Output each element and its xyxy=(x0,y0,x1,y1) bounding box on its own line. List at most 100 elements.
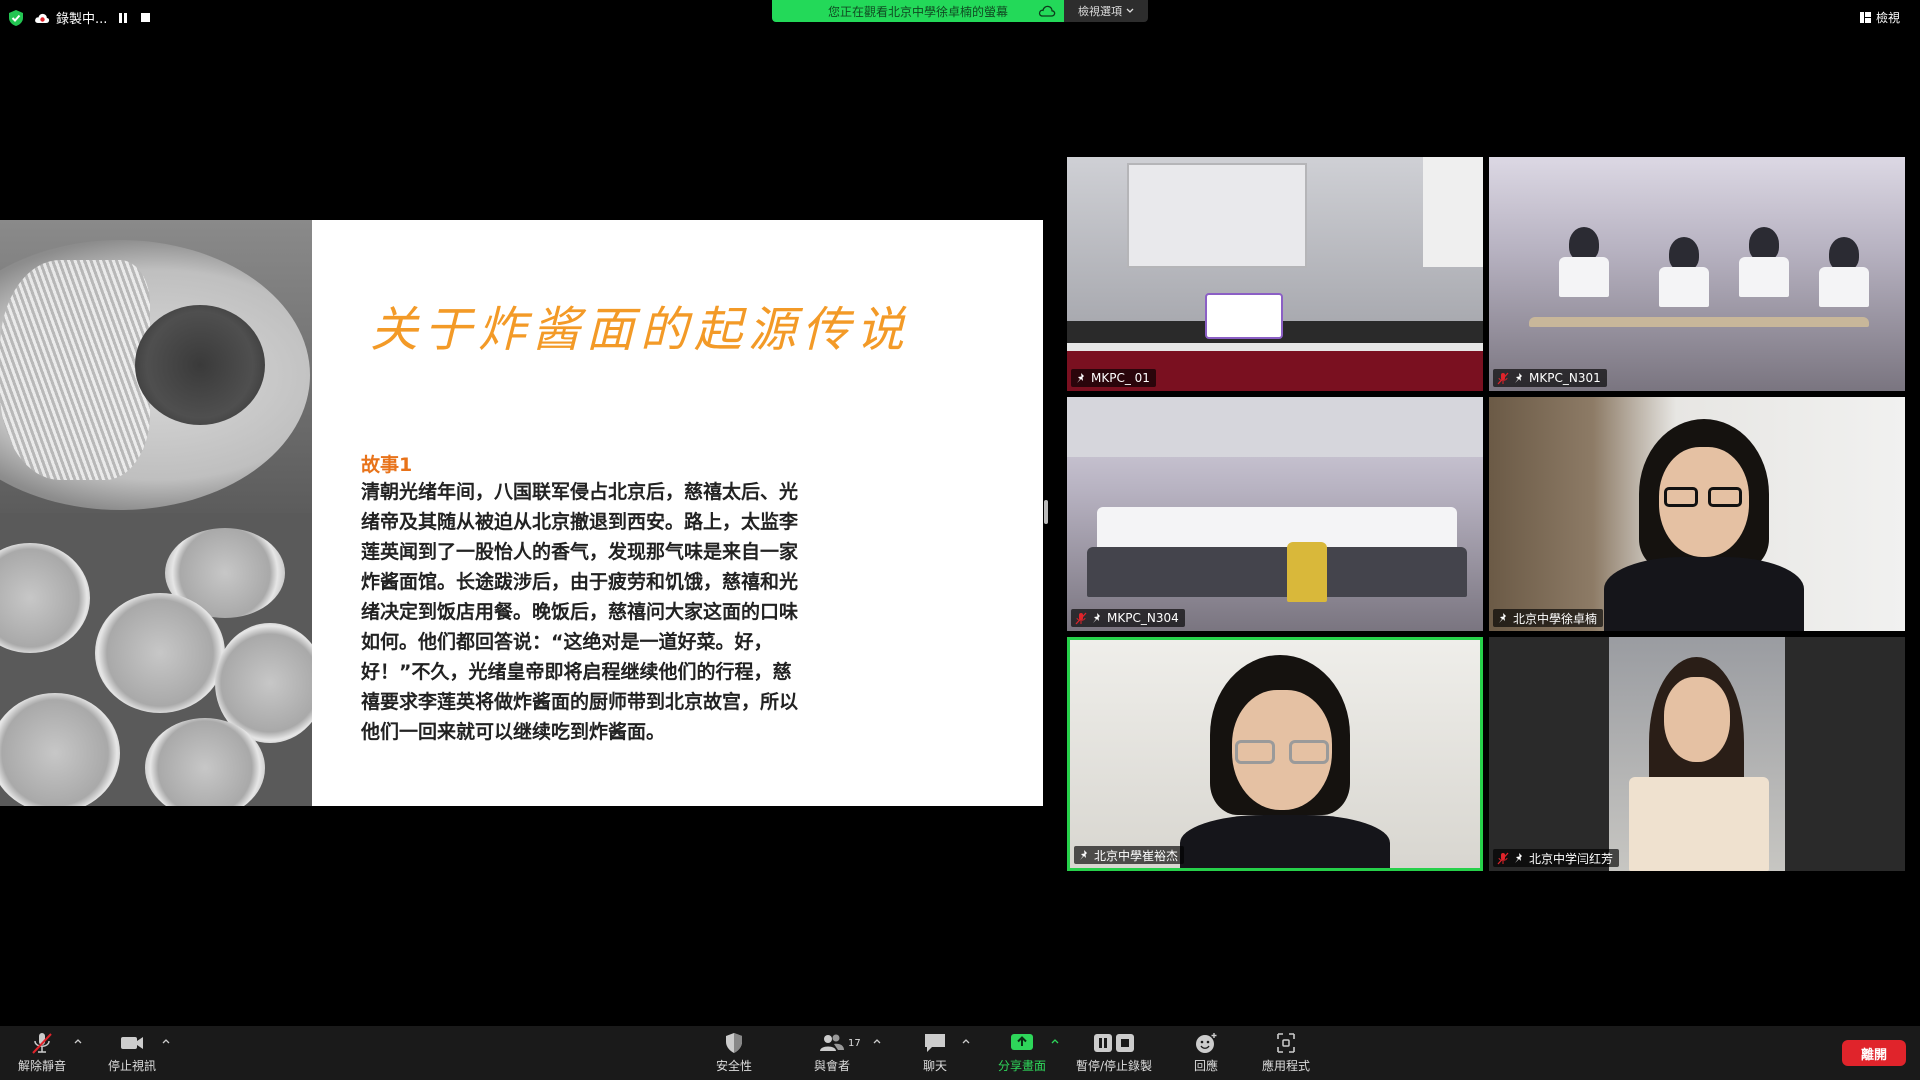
story-line: 绪帝及其随从被迫从北京撤退到西安。路上，太监李 xyxy=(361,511,799,533)
meeting-toolbar: 解除靜音 停止視訊 安全性 17 與會者 聊天 分享畫面 暫停/停止錄製 回應 … xyxy=(0,1026,1920,1080)
video-tile[interactable]: MKPC_N304 xyxy=(1067,397,1483,631)
video-feed xyxy=(1489,157,1905,391)
pin-icon xyxy=(1515,372,1522,383)
bowl xyxy=(0,543,90,653)
split-view-handle[interactable] xyxy=(1044,500,1048,524)
blouse xyxy=(1629,777,1769,871)
pause-stop-recording-label: 暫停/停止錄製 xyxy=(1076,1059,1153,1073)
ceiling xyxy=(1067,397,1483,457)
leave-button[interactable]: 離開 xyxy=(1842,1040,1906,1066)
student xyxy=(1559,257,1609,297)
audio-options-chevron-icon[interactable] xyxy=(74,1038,82,1044)
viewing-banner-label: 您正在觀看北京中學徐卓楠的螢幕 xyxy=(827,4,1008,19)
share-screen-button[interactable]: 分享畫面 xyxy=(998,1032,1046,1074)
bowl xyxy=(0,693,120,806)
video-feed xyxy=(1070,640,1480,868)
blazer xyxy=(1180,815,1390,868)
pin-icon xyxy=(1515,852,1522,863)
pause-stop-recording-button[interactable]: 暫停/停止錄製 xyxy=(1076,1032,1152,1074)
video-tile[interactable]: MKPC_N301 xyxy=(1489,157,1905,391)
video-camera-icon xyxy=(121,1037,143,1049)
share-screen-label: 分享畫面 xyxy=(998,1059,1047,1073)
story-line: 绪决定到饭店用餐。晚饭后，慈禧问大家这面的口味 xyxy=(361,601,799,623)
security-button[interactable]: 安全性 xyxy=(716,1032,752,1074)
story-line: 禧要求李莲英将做炸酱面的厨师带到北京故宫，所以 xyxy=(361,691,799,713)
share-screen-icon xyxy=(1011,1034,1033,1050)
participant-name: 北京中学闫红芳 xyxy=(1529,851,1614,866)
video-feed xyxy=(1489,637,1905,871)
video-options-chevron-icon[interactable] xyxy=(162,1038,170,1044)
student xyxy=(1829,237,1859,271)
table-top xyxy=(1067,343,1483,351)
slide-title: 关于炸酱面的起源传说 xyxy=(370,302,911,358)
logo-wall xyxy=(1423,157,1483,267)
viewing-banner: 您正在觀看北京中學徐卓楠的螢幕 檢視選項 xyxy=(772,0,1148,22)
story-line: 清朝光绪年间，八国联军侵占北京后，慈禧太后、光 xyxy=(361,481,799,503)
reactions-label: 回應 xyxy=(1193,1059,1218,1073)
chevron-down-icon xyxy=(1126,8,1134,13)
story-line: 他们一回来就可以继续吃到炸酱面。 xyxy=(361,721,666,743)
view-button[interactable]: 檢視 xyxy=(1859,9,1900,26)
story-line: 好！”不久，光绪皇帝即将启程继续他们的行程，慈 xyxy=(361,661,792,683)
participants-label: 與會者 xyxy=(814,1059,851,1073)
view-label: 檢視 xyxy=(1875,11,1900,25)
participant-name-tag: 北京中學崔裕杰 xyxy=(1074,846,1185,864)
projector-screen xyxy=(1127,163,1307,268)
video-tile[interactable]: 北京中学闫红芳 xyxy=(1489,637,1905,871)
glasses xyxy=(1708,487,1742,507)
stop-video-label: 停止視訊 xyxy=(108,1059,157,1073)
glasses xyxy=(1664,487,1698,507)
video-feed xyxy=(1067,397,1483,631)
glasses xyxy=(1235,740,1275,764)
story-line: 如何。他们都回答说：“这绝对是一道好菜。好， xyxy=(361,631,773,653)
pause-recording-icon[interactable] xyxy=(117,12,129,24)
participant-name: 北京中學崔裕杰 xyxy=(1094,848,1179,863)
zhajiangmian-photo xyxy=(0,220,312,806)
chat-label: 聊天 xyxy=(922,1059,947,1073)
muted-mic-icon xyxy=(1497,372,1509,384)
view-options-button[interactable]: 檢視選項 xyxy=(1064,0,1148,22)
top-bar: 錄製中... 您正在觀看北京中學徐卓楠的螢幕 檢視選項 檢視 xyxy=(0,0,1920,34)
recording-indicator[interactable]: 錄製中... xyxy=(34,8,107,27)
chat-options-chevron-icon[interactable] xyxy=(962,1038,970,1044)
sauce xyxy=(135,305,265,425)
recording-label: 錄製中... xyxy=(56,12,108,27)
participant-name: MKPC_ 01 xyxy=(1091,371,1150,385)
stop-video-button[interactable]: 停止視訊 xyxy=(108,1032,156,1074)
participants-button[interactable]: 17 與會者 xyxy=(814,1032,861,1074)
chat-button[interactable]: 聊天 xyxy=(922,1032,948,1074)
apps-label: 應用程式 xyxy=(1262,1059,1311,1073)
cloud-recording-icon xyxy=(35,13,50,23)
apps-icon xyxy=(1277,1033,1295,1053)
apps-button[interactable]: 應用程式 xyxy=(1262,1032,1310,1074)
yellow-chair xyxy=(1287,542,1327,602)
noodles xyxy=(0,260,150,480)
photo-top xyxy=(0,220,312,513)
unmute-button[interactable]: 解除靜音 xyxy=(18,1032,66,1074)
security-label: 安全性 xyxy=(716,1059,753,1073)
top-left-status: 錄製中... xyxy=(8,8,151,27)
stop-recording-icon[interactable] xyxy=(139,12,151,24)
participants-options-chevron-icon[interactable] xyxy=(873,1038,881,1044)
student xyxy=(1659,267,1709,307)
participant-name-tag: MKPC_N304 xyxy=(1071,609,1185,627)
pin-icon xyxy=(1093,612,1100,623)
participant-name: MKPC_N304 xyxy=(1107,611,1179,625)
story-line: 炸酱面馆。长途跋涉后，由于疲劳和饥饿，慈禧和光 xyxy=(361,571,799,593)
video-tile[interactable]: MKPC_ 01 xyxy=(1067,157,1483,391)
desk-row xyxy=(1529,317,1869,327)
video-tile-active-speaker[interactable]: 北京中學崔裕杰 xyxy=(1067,637,1483,871)
security-shield-icon xyxy=(726,1033,742,1053)
video-tile[interactable]: 北京中學徐卓楠 xyxy=(1489,397,1905,631)
video-feed xyxy=(1489,397,1905,631)
pin-icon xyxy=(1499,612,1506,623)
reactions-button[interactable]: 回應 xyxy=(1193,1032,1219,1074)
participant-name-tag: 北京中學徐卓楠 xyxy=(1493,609,1604,627)
pin-icon xyxy=(1080,849,1087,860)
story-body: 清朝光绪年间，八国联军侵占北京后，慈禧太后、光 绪帝及其随从被迫从北京撤退到西安… xyxy=(361,477,861,747)
student xyxy=(1739,257,1789,297)
story-line: 莲英闻到了一股怡人的香气，发现那气味是来自一家 xyxy=(361,541,799,563)
share-options-chevron-icon[interactable] xyxy=(1051,1038,1059,1044)
security-shield-icon[interactable] xyxy=(8,9,24,27)
story-label: 故事1 xyxy=(361,454,413,476)
